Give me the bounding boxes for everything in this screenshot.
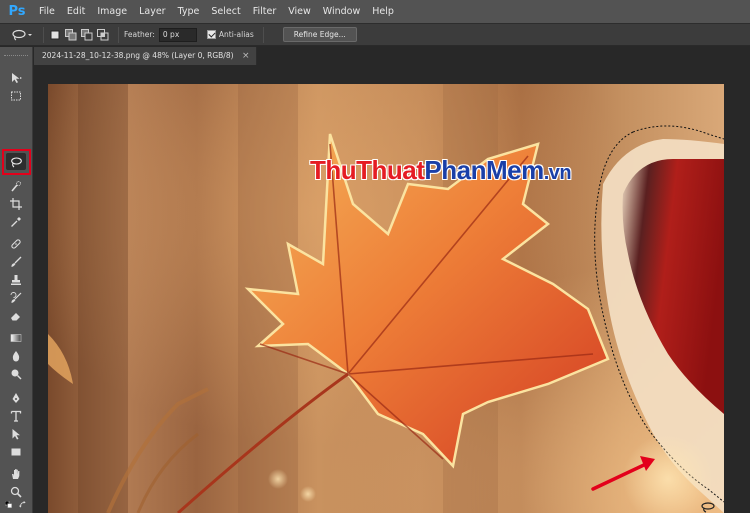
panel-grip[interactable] (4, 55, 28, 58)
swap-colors-icon[interactable] (16, 499, 30, 511)
menu-view[interactable]: View (282, 0, 317, 23)
feather-label: Feather: (124, 30, 155, 39)
divider (118, 26, 119, 43)
history-brush-tool-icon[interactable] (6, 289, 26, 306)
menu-filter[interactable]: Filter (247, 0, 283, 23)
dodge-tool-icon[interactable] (6, 365, 26, 382)
canvas-artwork (48, 84, 724, 513)
type-tool-icon[interactable] (6, 407, 26, 424)
left-sprig (48, 334, 73, 384)
menu-help[interactable]: Help (366, 0, 400, 23)
watermark: ThuThuatPhanMem.vn (310, 155, 572, 186)
antialias-label: Anti-alias (218, 30, 254, 39)
lasso-cursor-icon (701, 502, 715, 513)
refine-edge-button[interactable]: Refine Edge... (282, 27, 357, 42)
lasso-highlight-annotation (2, 149, 31, 175)
menu-edit[interactable]: Edit (61, 0, 91, 23)
eraser-tool-icon[interactable] (6, 307, 26, 324)
tools-panel (0, 47, 33, 513)
antialias-checkbox[interactable] (206, 30, 216, 39)
photoshop-logo: Ps (8, 3, 26, 19)
canvas-area: ThuThuatPhanMem.vn (34, 65, 750, 513)
branch (136, 432, 199, 513)
clone-stamp-tool-icon[interactable] (6, 271, 26, 288)
new-selection-icon[interactable] (49, 29, 61, 41)
menu-bar: Ps File Edit Image Layer Type Select Fil… (0, 0, 750, 23)
eyedropper-tool-icon[interactable] (6, 213, 26, 230)
bokeh-light (268, 469, 288, 489)
bokeh-light (300, 486, 316, 502)
default-colors-icon[interactable] (2, 499, 16, 511)
document-tab-title: 2024-11-28_10-12-38.png @ 48% (Layer 0, … (42, 51, 234, 60)
watermark-part-c: .vn (543, 162, 572, 184)
brush-tool-icon[interactable] (6, 253, 26, 270)
tool-preset-picker[interactable] (8, 25, 38, 45)
menu-type[interactable]: Type (172, 0, 206, 23)
crop-tool-icon[interactable] (6, 195, 26, 212)
selection-outline (632, 125, 724, 140)
pen-tool-icon[interactable] (6, 389, 26, 406)
background-pillar (78, 84, 128, 513)
quick-selection-tool-icon[interactable] (6, 177, 26, 194)
document-tab-bar: 2024-11-28_10-12-38.png @ 48% (Layer 0, … (34, 47, 750, 65)
menu-file[interactable]: File (33, 0, 61, 23)
menu-select[interactable]: Select (205, 0, 246, 23)
healing-brush-tool-icon[interactable] (6, 235, 26, 252)
watermark-part-b: PhanMem (424, 155, 544, 185)
document-tab[interactable]: 2024-11-28_10-12-38.png @ 48% (Layer 0, … (34, 47, 257, 65)
options-bar: Feather: 0 px Anti-alias Refine Edge... (0, 23, 750, 46)
zoom-tool-icon[interactable] (6, 483, 26, 500)
close-icon[interactable]: × (242, 47, 250, 65)
menu-window[interactable]: Window (317, 0, 366, 23)
lasso-icon (12, 29, 32, 41)
add-to-selection-icon[interactable] (65, 28, 77, 41)
path-selection-tool-icon[interactable] (6, 425, 26, 442)
menu-layer[interactable]: Layer (133, 0, 172, 23)
subtract-from-selection-icon[interactable] (81, 28, 93, 41)
document-canvas[interactable]: ThuThuatPhanMem.vn (48, 84, 724, 513)
divider (262, 26, 264, 43)
rectangle-tool-icon[interactable] (6, 443, 26, 460)
divider (43, 26, 44, 43)
hand-tool-icon[interactable] (6, 465, 26, 482)
marquee-tool-icon[interactable] (6, 87, 26, 104)
watermark-part-a: ThuThuat (310, 155, 425, 185)
intersect-selection-icon[interactable] (97, 28, 109, 41)
move-tool-icon[interactable] (6, 69, 26, 86)
menu-image[interactable]: Image (91, 0, 133, 23)
feather-input[interactable]: 0 px (158, 27, 197, 42)
blur-tool-icon[interactable] (6, 347, 26, 364)
gradient-tool-icon[interactable] (6, 329, 26, 346)
